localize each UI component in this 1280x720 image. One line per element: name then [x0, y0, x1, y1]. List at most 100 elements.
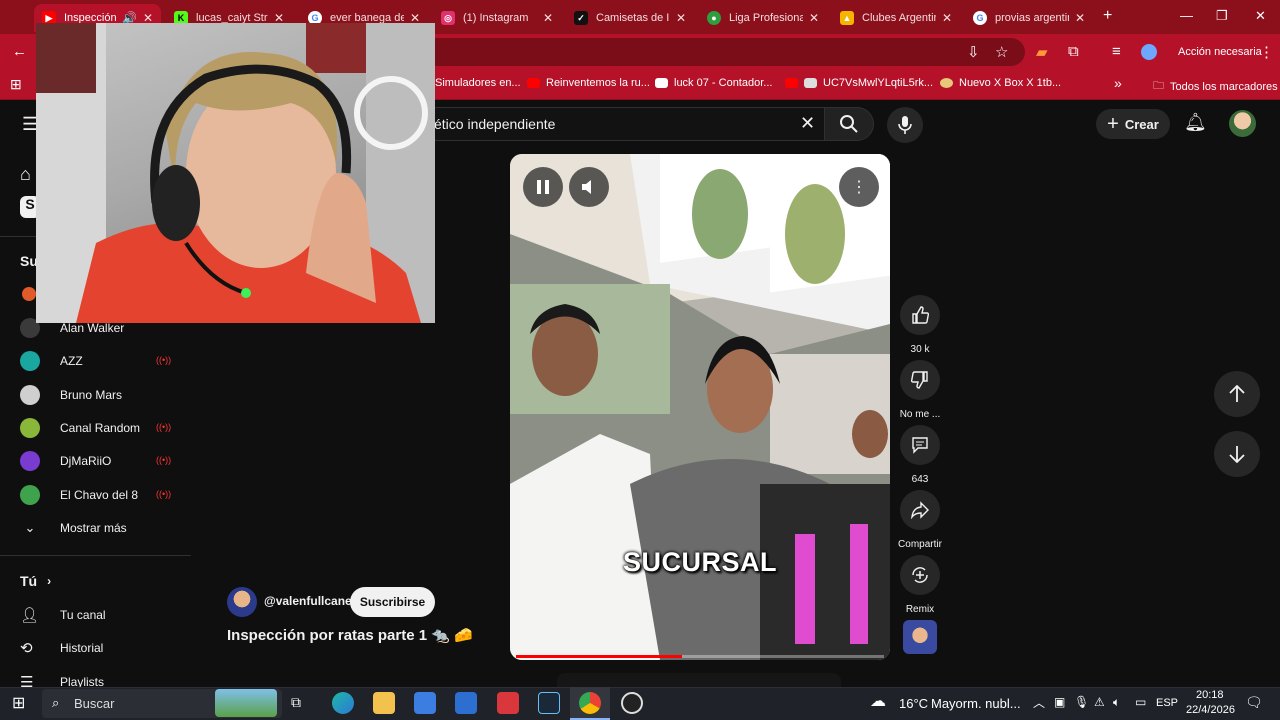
sidebar-item-canal-random[interactable]: Canal Random	[20, 417, 140, 439]
tab-camisetas[interactable]: ✓ Camisetas de Ind ✕	[566, 4, 694, 32]
notification-center-icon[interactable]: 🗨︎	[1245, 694, 1263, 711]
channel-name: Bruno Mars	[60, 388, 123, 402]
next-short-button[interactable]	[1214, 431, 1260, 477]
more-menu-icon[interactable]: ⋮	[1259, 43, 1274, 61]
windows-start-icon[interactable]: ⊞	[12, 693, 25, 713]
close-icon[interactable]: ✕	[809, 11, 819, 25]
steam-icon[interactable]	[538, 692, 560, 714]
clock-date[interactable]: 22/4/2026	[1186, 704, 1235, 716]
dislike-button[interactable]: No me ...	[899, 360, 941, 420]
microsoft-store-icon[interactable]	[414, 692, 436, 714]
bookmark-label: luck 07 - Contador...	[674, 77, 773, 89]
sidebar-item-historial[interactable]: ⟲ Historial	[20, 637, 103, 659]
remix-button[interactable]: Remix	[899, 555, 941, 615]
tab-liga-profesional[interactable]: ● Liga Profesional ✕	[699, 4, 827, 32]
install-app-icon[interactable]: ⇩	[967, 43, 980, 61]
bookmark-item[interactable]: Nuevo X Box X 1tb...	[940, 77, 1061, 89]
nike-icon: ✓	[574, 11, 588, 25]
amd-software-icon[interactable]	[497, 692, 519, 714]
maximize-icon[interactable]: ❐	[1216, 8, 1228, 24]
mail-icon[interactable]	[455, 692, 477, 714]
like-circle	[900, 295, 940, 335]
search-icon	[840, 115, 858, 133]
bookmark-item[interactable]: luck 07 - Contador...	[655, 77, 772, 89]
tab-clubes-argentinos[interactable]: ▲ Clubes Argentin ✕	[832, 4, 960, 32]
microphone-icon[interactable]: 🎙︎	[1074, 695, 1089, 709]
shorts-video-player[interactable]: ⋮ SUCURSAL	[510, 154, 890, 660]
comments-button[interactable]: 643	[899, 425, 941, 485]
channel-handle[interactable]: @valenfullcane	[264, 594, 352, 608]
sidebar-item-tu-canal[interactable]: 👤︎ Tu canal	[20, 604, 106, 626]
apps-grid-icon[interactable]: ⊞	[10, 76, 22, 93]
you-section-heading[interactable]: Tú ›	[20, 570, 51, 592]
show-more-button[interactable]: ⌄ Mostrar más	[20, 517, 127, 539]
battery-icon[interactable]: ▭	[1135, 695, 1146, 709]
bookmark-item[interactable]: UC7VsMwlYLqtiL5rk...	[785, 77, 933, 89]
clock-time[interactable]: 20:18	[1196, 689, 1224, 701]
like-button[interactable]: 30 k	[899, 295, 941, 355]
create-button[interactable]: + Crear	[1096, 109, 1170, 139]
action-needed-button[interactable]: Acción necesaria	[1168, 40, 1272, 64]
tab-title: Liga Profesional	[729, 12, 803, 24]
minimize-icon[interactable]: —	[1180, 8, 1193, 23]
chrome-icon[interactable]	[579, 692, 601, 714]
window-close-icon[interactable]: ✕	[1255, 8, 1266, 24]
audio-source-thumbnail[interactable]	[903, 620, 937, 654]
channel-name: Canal Random	[60, 421, 141, 435]
tab-instagram[interactable]: ◎ (1) Instagram ✕	[433, 4, 561, 32]
previous-short-button[interactable]	[1214, 371, 1260, 417]
task-view-icon[interactable]: ⧉	[291, 694, 301, 711]
close-icon[interactable]: ✕	[1075, 11, 1085, 25]
close-icon[interactable]: ✕	[543, 11, 553, 25]
share-button[interactable]: Compartir	[898, 490, 942, 550]
video-frame	[510, 154, 890, 660]
sidebar-item-djmariio[interactable]: DjMaRiiO	[20, 450, 111, 472]
input-language[interactable]: ESP	[1156, 697, 1178, 709]
bookmarks-overflow-icon[interactable]: »	[1114, 75, 1122, 91]
subscribe-button[interactable]: Suscribirse	[350, 587, 435, 617]
tray-app-icon[interactable]: ▣	[1054, 695, 1065, 709]
obs-icon[interactable]	[621, 692, 643, 714]
comments-circle	[900, 425, 940, 465]
back-arrow-icon[interactable]: ←	[12, 43, 27, 60]
all-bookmarks-folder[interactable]: 🗀 Todos los marcadores	[1153, 77, 1278, 96]
extensions-puzzle-icon[interactable]: ⧉	[1068, 43, 1079, 60]
clear-search-icon[interactable]: ✕	[800, 113, 815, 134]
new-tab-button[interactable]: +	[1103, 7, 1112, 25]
bookmark-star-icon[interactable]: ☆	[995, 43, 1008, 61]
search-button[interactable]	[824, 107, 874, 141]
extension-brave-icon[interactable]: ▰	[1036, 43, 1048, 61]
sidebar-item-bruno-mars[interactable]: Bruno Mars	[20, 384, 122, 406]
channel-avatar[interactable]	[22, 287, 36, 301]
bookmark-label: UC7VsMwlYLqtiL5rk...	[823, 77, 934, 89]
bookmark-item[interactable]: Simuladores en...	[435, 77, 521, 89]
weather-description[interactable]: Mayorm. nubl...	[931, 696, 1021, 711]
pause-button[interactable]	[523, 167, 563, 207]
voice-search-button[interactable]	[887, 107, 923, 143]
more-options-button[interactable]: ⋮	[839, 167, 879, 207]
network-warning-icon[interactable]: ⚠	[1094, 695, 1105, 709]
tab-google-provias[interactable]: G provias argentin ✕	[965, 4, 1093, 32]
action-needed-label: Acción necesaria	[1178, 46, 1262, 58]
speaker-icon[interactable]: 🔈︎	[1113, 695, 1120, 710]
show-hidden-icons-chevron-icon[interactable]: ︿	[1033, 694, 1045, 711]
notifications-bell-icon[interactable]: 🔔︎	[1184, 112, 1207, 133]
close-icon[interactable]: ✕	[676, 11, 686, 25]
weather-temp[interactable]: 16°C	[899, 696, 928, 711]
next-video-peek	[557, 673, 841, 687]
bookmark-label: Simuladores en...	[435, 77, 521, 89]
sidebar-item-el-chavo-del-8[interactable]: El Chavo del 8	[20, 484, 138, 506]
account-avatar[interactable]	[1229, 110, 1256, 137]
file-explorer-icon[interactable]	[373, 692, 395, 714]
media-queue-icon[interactable]: ≡	[1112, 43, 1121, 60]
sidebar-item-azz[interactable]: AZZ	[20, 350, 83, 372]
channel-avatar[interactable]	[227, 587, 257, 617]
profile-avatar-icon[interactable]	[1141, 44, 1157, 60]
close-icon[interactable]: ✕	[942, 11, 952, 25]
bookmark-item[interactable]: Reinventemos la ru...	[527, 77, 650, 89]
home-icon[interactable]: ⌂	[20, 164, 31, 185]
edge-icon[interactable]	[332, 692, 354, 714]
video-progress-bar[interactable]	[516, 655, 884, 658]
volume-button[interactable]	[569, 167, 609, 207]
weather-cloud-icon[interactable]: ☁	[870, 691, 886, 711]
